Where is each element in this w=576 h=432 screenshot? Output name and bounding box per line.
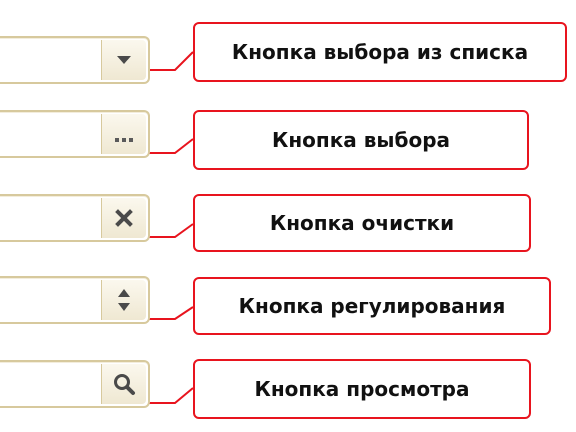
- view-button[interactable]: [101, 364, 146, 404]
- callout-label-clear: Кнопка очистки: [269, 211, 455, 235]
- callout-view: Кнопка просмотра: [193, 359, 531, 419]
- dropdown-arrow-icon: [117, 56, 131, 64]
- leader-select: [146, 138, 194, 154]
- leader-clear: [146, 223, 194, 238]
- dropdown-button[interactable]: [101, 40, 146, 80]
- callout-label-view: Кнопка просмотра: [254, 377, 470, 401]
- combo-field[interactable]: [0, 36, 150, 84]
- spinner-button[interactable]: [101, 280, 146, 320]
- callout-dropdown: Кнопка выбора из списка: [193, 22, 567, 82]
- spinner-field[interactable]: [0, 276, 150, 324]
- callout-clear: Кнопка очистки: [193, 194, 531, 252]
- leader-spinner: [146, 306, 194, 320]
- callout-select: Кнопка выбора: [193, 110, 529, 170]
- magnifier-icon: [114, 374, 135, 395]
- ellipsis-icon: [115, 138, 133, 142]
- select-button[interactable]: [101, 114, 146, 154]
- clear-button[interactable]: [101, 198, 146, 238]
- clear-x-icon: [115, 209, 133, 227]
- leader-view: [146, 387, 194, 404]
- clearable-field[interactable]: [0, 194, 150, 242]
- callout-spinner: Кнопка регулирования: [193, 277, 551, 335]
- viewer-field[interactable]: [0, 360, 150, 408]
- callout-label-spinner: Кнопка регулирования: [238, 294, 506, 318]
- select-field[interactable]: [0, 110, 150, 158]
- spinner-arrows-icon: [118, 289, 130, 311]
- callout-label-dropdown: Кнопка выбора из списка: [231, 40, 529, 64]
- callout-label-select: Кнопка выбора: [271, 128, 451, 152]
- legend-illustration: Кнопка выбора из списка Кнопка выбора Кн…: [0, 0, 576, 432]
- leader-dropdown: [146, 51, 194, 71]
